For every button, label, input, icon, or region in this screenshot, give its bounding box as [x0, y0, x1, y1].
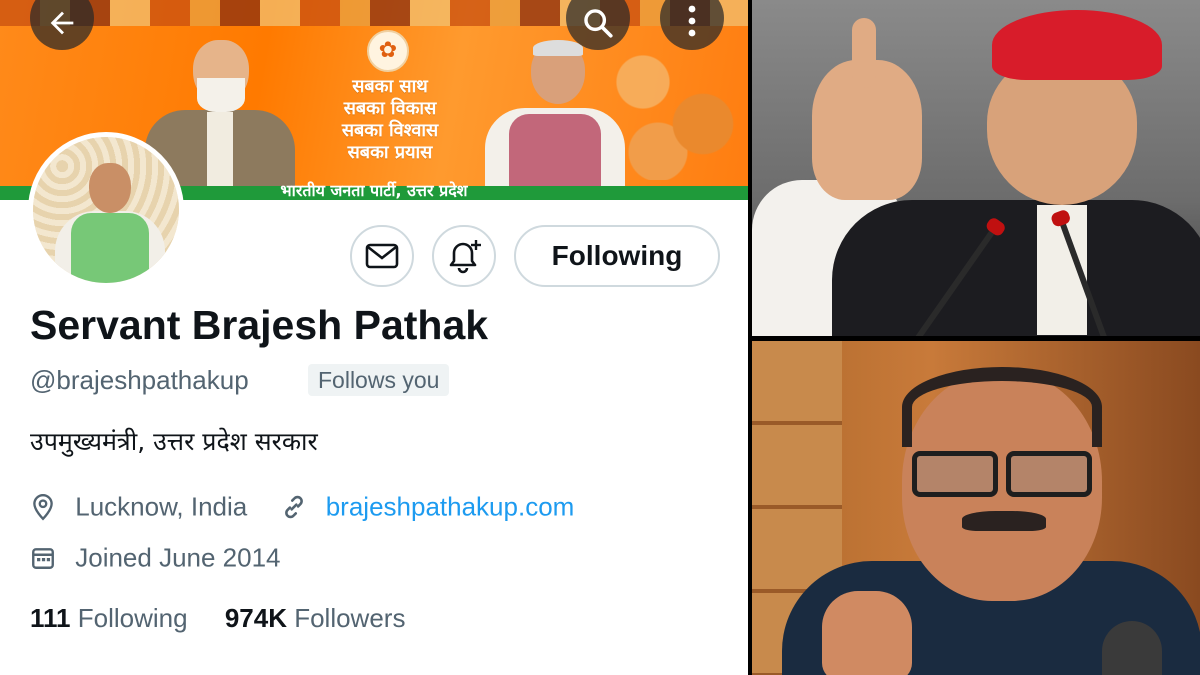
- bell-plus-icon: [449, 240, 481, 274]
- followers-count-link[interactable]: 974K Followers: [225, 603, 406, 634]
- profile-meta-row: Joined June 2014: [30, 541, 281, 575]
- profile-joined-date: Joined June 2014: [75, 542, 281, 573]
- slogan-line: सबका प्रयास: [347, 142, 433, 163]
- banner-person-right: [485, 40, 625, 190]
- location-pin-icon: [30, 493, 58, 521]
- lotus-logo-icon: ✿: [367, 30, 409, 72]
- following-count-link[interactable]: 111 Following: [30, 603, 188, 634]
- banner-slogan: सबका साथ सबका विकास सबका विश्वास सबका प्…: [300, 76, 480, 164]
- profile-location: Lucknow, India: [75, 491, 248, 522]
- photo-speaker-red-cap: [752, 0, 1200, 336]
- arrow-left-icon: [50, 11, 74, 35]
- photo-speaker-glasses: [752, 341, 1200, 675]
- notifications-button[interactable]: [432, 225, 496, 287]
- profile-avatar[interactable]: [28, 132, 184, 288]
- followers-count-label: Followers: [294, 603, 406, 633]
- following-count: 111: [30, 603, 71, 633]
- more-vertical-icon: [688, 5, 696, 37]
- follow-counts: 111 Following 974K Followers: [30, 603, 435, 634]
- mail-icon: [365, 243, 399, 269]
- slogan-line: सबका साथ: [352, 76, 428, 97]
- profile-meta-row: Lucknow, India brajeshpathakup.com: [30, 490, 574, 524]
- slogan-line: सबका विकास: [343, 98, 437, 119]
- message-button[interactable]: [350, 225, 414, 287]
- banner-crowd-top: [0, 0, 748, 26]
- search-icon: [584, 9, 613, 38]
- follows-you-badge: Follows you: [308, 364, 450, 396]
- calendar-icon: [30, 545, 58, 571]
- following-count-label: Following: [77, 603, 188, 633]
- profile-website-link[interactable]: brajeshpathakup.com: [326, 492, 575, 522]
- link-icon: [280, 493, 308, 521]
- slogan-line: सबका विश्वास: [341, 120, 439, 141]
- profile-name: Servant Brajesh Pathak: [30, 302, 489, 348]
- following-button[interactable]: Following: [514, 225, 720, 287]
- profile-screenshot: ✿ सबका साथ सबका विकास सबका विश्वास सबका …: [0, 0, 748, 675]
- followers-count: 974K: [224, 603, 287, 633]
- profile-handle: @brajeshpathakup: [30, 365, 249, 395]
- profile-bio: उपमुख्यमंत्री, उत्तर प्रदेश सरकार: [30, 427, 318, 456]
